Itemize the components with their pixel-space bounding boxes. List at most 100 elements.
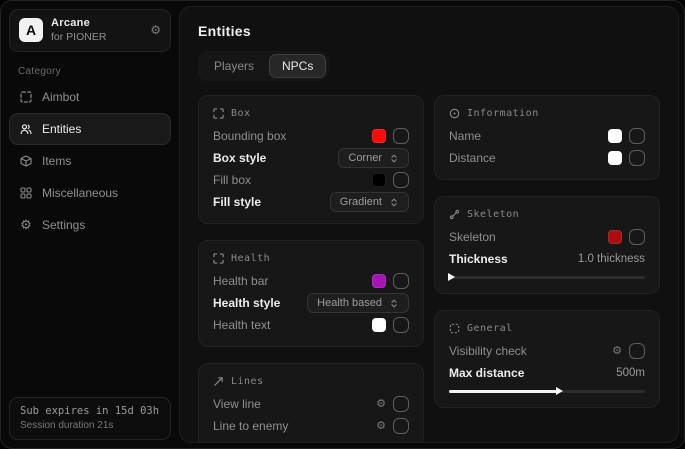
row-label: Max distance <box>449 366 524 380</box>
information-card: Information Name Distance <box>434 95 660 180</box>
app-subtitle: for PIONER <box>51 31 142 44</box>
row-label: Health text <box>213 318 270 332</box>
health-style-dropdown[interactable]: Health based <box>307 293 409 313</box>
general-dashed-box-icon <box>449 323 460 334</box>
tab-npcs[interactable]: NPCs <box>269 54 326 78</box>
health-bar-color-swatch[interactable] <box>372 274 386 288</box>
lines-card: Lines View line ⚙ Line to enemy ⚙ <box>198 363 424 443</box>
sidebar-item-label: Entities <box>42 122 81 136</box>
thickness-slider[interactable] <box>449 271 645 283</box>
view-line-row: View line ⚙ <box>213 393 409 415</box>
name-checkbox[interactable] <box>629 128 645 144</box>
page-title: Entities <box>198 23 660 39</box>
skeleton-row: Skeleton <box>449 226 645 248</box>
visibility-check-checkbox[interactable] <box>629 343 645 359</box>
card-title: Health <box>231 253 270 264</box>
distance-checkbox[interactable] <box>629 150 645 166</box>
skeleton-checkbox[interactable] <box>629 229 645 245</box>
entities-icon <box>19 123 33 135</box>
app-logo: A <box>19 18 43 42</box>
health-bar-checkbox[interactable] <box>393 273 409 289</box>
health-text-row: Health text <box>213 314 409 336</box>
row-label: Visibility check <box>449 344 527 358</box>
subscription-card: Sub expires in 15d 03h Session duration … <box>9 397 171 440</box>
skeleton-color-swatch[interactable] <box>608 230 622 244</box>
name-row: Name <box>449 125 645 147</box>
aimbot-icon <box>19 91 33 103</box>
sidebar-item-aimbot[interactable]: Aimbot <box>9 81 171 113</box>
card-title: Skeleton <box>467 209 519 220</box>
distance-row: Distance <box>449 147 645 169</box>
line-to-enemy-gear-icon[interactable]: ⚙ <box>376 421 386 432</box>
health-card: Health Health bar Health style Health ba… <box>198 240 424 347</box>
fill-style-row: Fill style Gradient <box>213 191 409 213</box>
row-label: Fill box <box>213 173 251 187</box>
skeleton-card-header: Skeleton <box>449 206 645 223</box>
sidebar-item-label: Settings <box>42 218 85 232</box>
fill-box-checkbox[interactable] <box>393 172 409 188</box>
name-color-swatch[interactable] <box>608 129 622 143</box>
box-card-header: Box <box>213 105 409 122</box>
sub-expires-text: Sub expires in 15d 03h <box>20 405 160 417</box>
sidebar-item-entities[interactable]: Entities <box>9 113 171 145</box>
box-style-row: Box style Corner <box>213 147 409 169</box>
sidebar-item-settings[interactable]: ⚙ Settings <box>9 209 171 241</box>
max-distance-row: Max distance 500m <box>449 362 645 384</box>
fill-style-dropdown[interactable]: Gradient <box>330 192 409 212</box>
slider-handle[interactable] <box>448 273 455 281</box>
health-text-checkbox[interactable] <box>393 317 409 333</box>
information-icon <box>449 108 460 119</box>
slider-handle[interactable] <box>556 387 563 395</box>
brand-text: Arcane for PIONER <box>51 17 142 44</box>
main-panel: Entities Players NPCs Box <box>179 6 679 443</box>
bone-icon <box>449 209 460 220</box>
row-label: View line <box>213 397 261 411</box>
bounding-box-color-swatch[interactable] <box>372 129 386 143</box>
view-line-checkbox[interactable] <box>393 396 409 412</box>
brand-card: A Arcane for PIONER ⚙ <box>9 9 171 52</box>
slider-track[interactable] <box>449 390 645 393</box>
dropdown-value: Health based <box>317 297 382 309</box>
card-title: General <box>467 323 513 334</box>
lines-diagonal-icon <box>213 376 224 387</box>
box-card: Box Bounding box Box style Corner <box>198 95 424 224</box>
card-title: Box <box>231 108 251 119</box>
sidebar: A Arcane for PIONER ⚙ Category Aimbot <box>1 1 179 448</box>
sidebar-item-miscellaneous[interactable]: Miscellaneous <box>9 177 171 209</box>
sidebar-item-items[interactable]: Items <box>9 145 171 177</box>
health-corners-icon <box>213 253 224 264</box>
health-text-color-swatch[interactable] <box>372 318 386 332</box>
information-card-header: Information <box>449 105 645 122</box>
card-title: Information <box>467 108 539 119</box>
slider-fill <box>449 390 557 393</box>
sidebar-nav: Aimbot Entities <box>9 81 171 241</box>
tab-players[interactable]: Players <box>201 54 267 78</box>
general-card-header: General <box>449 320 645 337</box>
health-card-header: Health <box>213 250 409 267</box>
card-title: Lines <box>231 376 264 387</box>
visibility-check-gear-icon[interactable]: ⚙ <box>612 346 622 357</box>
view-line-gear-icon[interactable]: ⚙ <box>376 399 386 410</box>
row-label: Box style <box>213 151 266 165</box>
health-bar-row: Health bar <box>213 270 409 292</box>
bounding-box-row: Bounding box <box>213 125 409 147</box>
skeleton-card: Skeleton Skeleton Thickness 1.0 thicknes… <box>434 196 660 294</box>
unfold-icon <box>389 153 399 164</box>
line-to-enemy-checkbox[interactable] <box>393 418 409 434</box>
bounding-box-checkbox[interactable] <box>393 128 409 144</box>
max-distance-slider[interactable] <box>449 385 645 397</box>
line-to-enemy-row: Line to enemy ⚙ <box>213 415 409 437</box>
row-label: Health bar <box>213 274 268 288</box>
sidebar-item-label: Aimbot <box>42 90 79 104</box>
sidebar-item-label: Miscellaneous <box>42 186 118 200</box>
fill-box-color-swatch[interactable] <box>372 173 386 187</box>
health-style-row: Health style Health based <box>213 292 409 314</box>
dropdown-value: Gradient <box>340 196 382 208</box>
box-style-dropdown[interactable]: Corner <box>338 148 409 168</box>
distance-color-swatch[interactable] <box>608 151 622 165</box>
row-label: Thickness <box>449 252 508 266</box>
slider-track[interactable] <box>449 276 645 279</box>
row-label: Skeleton <box>449 230 496 244</box>
gear-icon[interactable]: ⚙ <box>150 23 161 37</box>
fill-box-row: Fill box <box>213 169 409 191</box>
